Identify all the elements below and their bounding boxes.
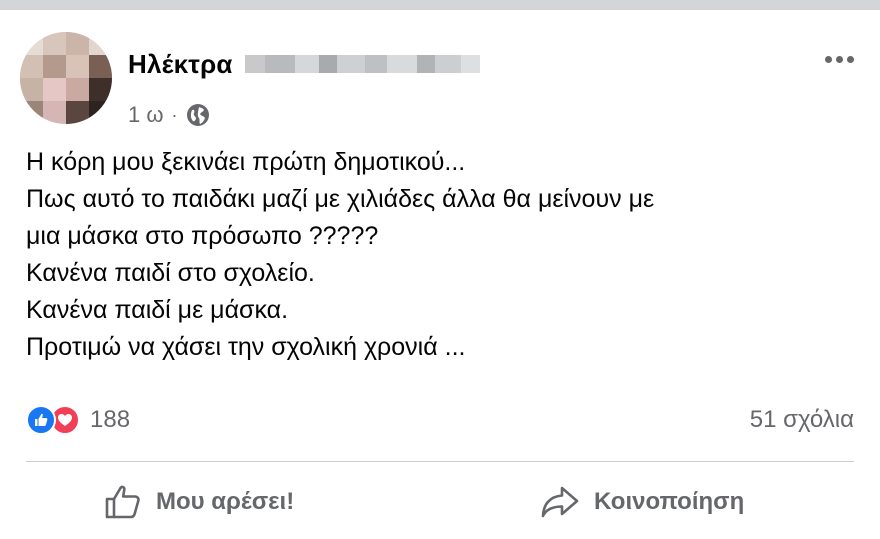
more-options-icon[interactable] [825,56,854,63]
post-text: Η κόρη μου ξεκινάει πρώτη δημοτικού... Π… [26,144,856,366]
author-name[interactable]: Ηλέκτρα [128,49,233,80]
comments-count-link[interactable]: 51 σχόλια [750,406,854,434]
divider [26,461,854,462]
share-button[interactable]: Κοινοποίηση [540,482,744,522]
share-icon [541,486,579,518]
like-reaction-icon [26,405,56,435]
like-button[interactable]: Μου αρέσει! [104,482,294,522]
like-button-label: Μου αρέσει! [156,488,295,515]
blurred-surname [244,53,480,75]
reaction-count: 188 [90,406,131,433]
globe-icon[interactable] [186,103,210,127]
timestamp[interactable]: 1 ω [128,102,164,128]
post-text-line: μια μάσκα στο πρόσωπο ????? [26,222,379,250]
share-button-label: Κοινοποίηση [594,488,745,515]
post-text-line: Κανένα παιδί με μάσκα. [26,296,289,324]
avatar[interactable] [20,32,112,124]
post-text-line: Προτιμώ να χάσει την σχολική χρονιά ... [26,333,466,361]
post-text-line: Πως αυτό το παιδάκι μαζί με χιλιάδες άλλ… [26,185,655,213]
post-card: Ηλέκτρα 1 ω · Η κόρη μου ξεκινάει πρώτη [0,10,880,539]
reactions-summary[interactable]: 188 [26,404,130,436]
post-meta: 1 ω · [128,101,210,129]
author-row: Ηλέκτρα [128,46,480,82]
post-text-line: Κανένα παιδί στο σχολείο. [26,259,315,287]
thumbs-up-icon [105,485,140,519]
meta-separator: · [171,104,178,125]
post-text-line: Η κόρη μου ξεκινάει πρώτη δημοτικού... [26,148,466,176]
